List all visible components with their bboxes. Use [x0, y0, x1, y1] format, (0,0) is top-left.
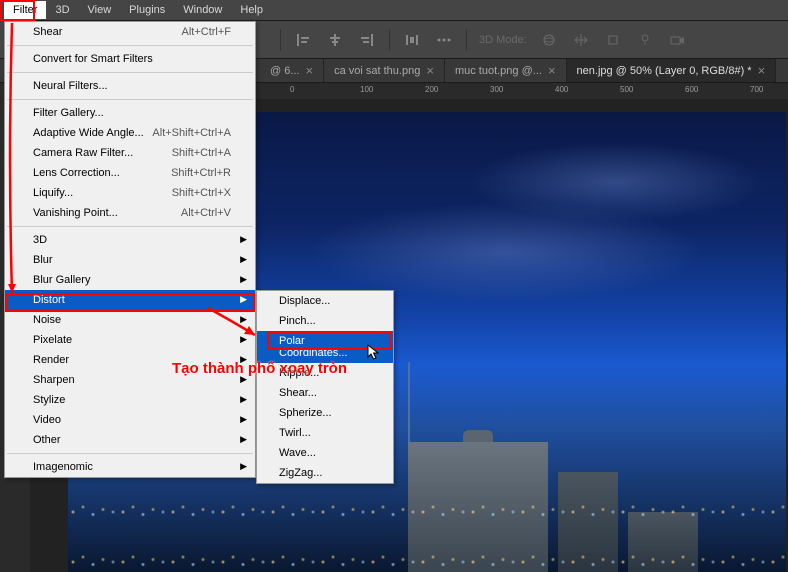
submenu-pinch[interactable]: Pinch... [257, 311, 393, 331]
menu-blur-gallery[interactable]: Blur Gallery▶ [5, 270, 255, 290]
chevron-right-icon: ▶ [240, 461, 247, 472]
menu-filter-gallery[interactable]: Filter Gallery... [5, 103, 255, 123]
orbit-icon[interactable] [539, 30, 559, 50]
submenu-displace[interactable]: Displace... [257, 291, 393, 311]
dolly-icon[interactable] [603, 30, 623, 50]
menu-window[interactable]: Window [174, 1, 231, 19]
menu-noise[interactable]: Noise▶ [5, 310, 255, 330]
menu-3d[interactable]: 3D [46, 1, 78, 19]
menu-pixelate[interactable]: Pixelate▶ [5, 330, 255, 350]
menu-lens-correction[interactable]: Lens Correction...Shift+Ctrl+R [5, 163, 255, 183]
distribute-icon[interactable] [402, 30, 422, 50]
chevron-right-icon: ▶ [240, 294, 247, 305]
filter-dropdown: ShearAlt+Ctrl+F Convert for Smart Filter… [4, 21, 256, 478]
chevron-right-icon: ▶ [240, 394, 247, 405]
menu-help[interactable]: Help [231, 1, 272, 19]
menu-filter[interactable]: Filter [4, 1, 46, 19]
more-icon[interactable] [434, 30, 454, 50]
chevron-right-icon: ▶ [240, 414, 247, 425]
tab-1[interactable]: ca voi sat thu.png× [324, 59, 445, 82]
chevron-right-icon: ▶ [240, 234, 247, 245]
menubar: Filter 3D View Plugins Window Help [0, 0, 788, 21]
menu-imagenomic[interactable]: Imagenomic▶ [5, 457, 255, 477]
menu-liquify[interactable]: Liquify...Shift+Ctrl+X [5, 183, 255, 203]
menu-camera-raw[interactable]: Camera Raw Filter...Shift+Ctrl+A [5, 143, 255, 163]
menu-distort[interactable]: Distort▶ [5, 290, 255, 310]
menu-blur[interactable]: Blur▶ [5, 250, 255, 270]
light-icon[interactable] [635, 30, 655, 50]
menu-3d-sub[interactable]: 3D▶ [5, 230, 255, 250]
chevron-right-icon: ▶ [240, 254, 247, 265]
annotation-text: Tạo thành phố xoay tròn [172, 360, 347, 377]
submenu-wave[interactable]: Wave... [257, 443, 393, 463]
tab-2[interactable]: muc tuot.png @...× [445, 59, 567, 82]
menu-adaptive-wide[interactable]: Adaptive Wide Angle...Alt+Shift+Ctrl+A [5, 123, 255, 143]
close-icon[interactable]: × [548, 63, 556, 78]
pan-icon[interactable] [571, 30, 591, 50]
menu-view[interactable]: View [79, 1, 121, 19]
tab-0[interactable]: @ 6...× [260, 59, 324, 82]
menu-stylize[interactable]: Stylize▶ [5, 390, 255, 410]
submenu-shear[interactable]: Shear... [257, 383, 393, 403]
menu-plugins[interactable]: Plugins [120, 1, 174, 19]
submenu-zigzag[interactable]: ZigZag... [257, 463, 393, 483]
menu-vanishing-point[interactable]: Vanishing Point...Alt+Ctrl+V [5, 203, 255, 223]
cursor-icon [367, 344, 381, 362]
submenu-twirl[interactable]: Twirl... [257, 423, 393, 443]
menu-neural[interactable]: Neural Filters... [5, 76, 255, 96]
mode-label: 3D Mode: [479, 34, 527, 46]
tab-3[interactable]: nen.jpg @ 50% (Layer 0, RGB/8#) *× [567, 59, 777, 82]
submenu-spherize[interactable]: Spherize... [257, 403, 393, 423]
align-right-icon[interactable] [357, 30, 377, 50]
close-icon[interactable]: × [758, 63, 766, 78]
chevron-right-icon: ▶ [240, 334, 247, 345]
close-icon[interactable]: × [306, 63, 314, 78]
menu-convert-smart[interactable]: Convert for Smart Filters [5, 49, 255, 69]
menu-video[interactable]: Video▶ [5, 410, 255, 430]
align-center-icon[interactable] [325, 30, 345, 50]
camera-icon[interactable] [667, 30, 687, 50]
distort-submenu: Displace... Pinch... Polar Coordinates..… [256, 290, 394, 484]
chevron-right-icon: ▶ [240, 314, 247, 325]
close-icon[interactable]: × [426, 63, 434, 78]
menu-other[interactable]: Other▶ [5, 430, 255, 450]
menu-shear[interactable]: ShearAlt+Ctrl+F [5, 22, 255, 42]
chevron-right-icon: ▶ [240, 274, 247, 285]
align-left-icon[interactable] [293, 30, 313, 50]
chevron-right-icon: ▶ [240, 434, 247, 445]
